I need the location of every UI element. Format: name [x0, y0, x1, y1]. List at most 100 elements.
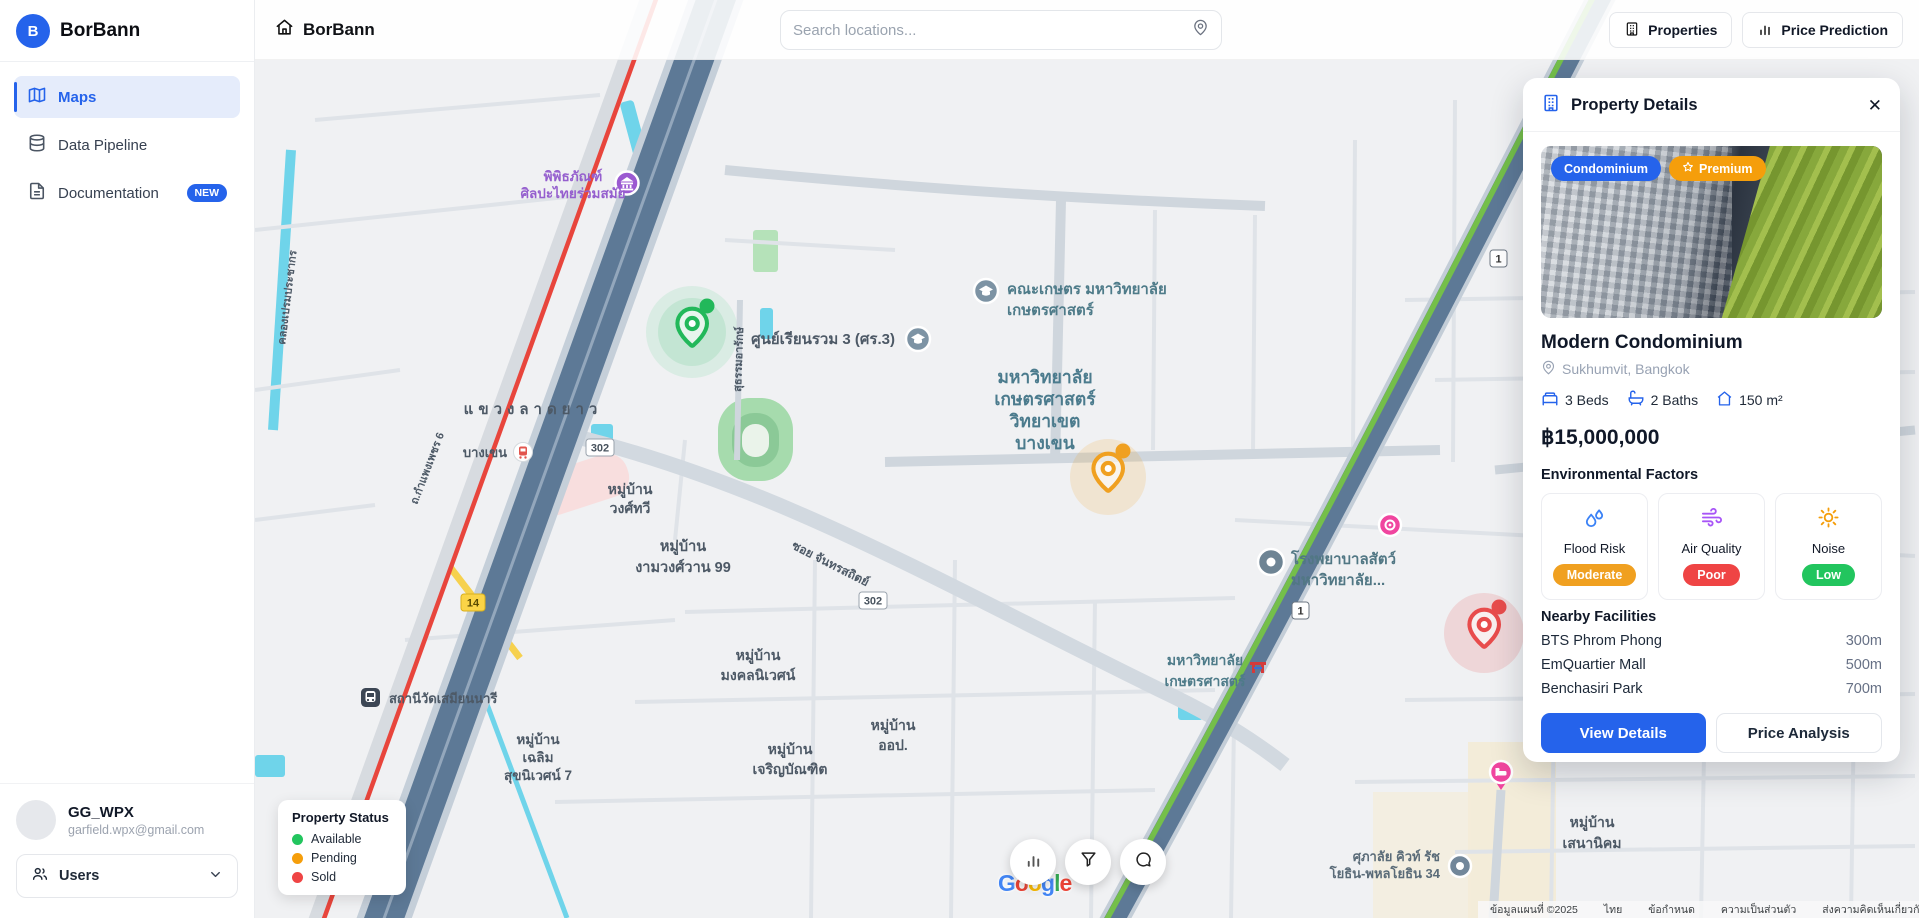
- label-learning-center: ศูนย์เรียนรวม 3 (ศร.3): [751, 330, 895, 349]
- route-shield-302-a: 302: [586, 439, 614, 456]
- beds-feature: 3 Beds: [1541, 389, 1609, 410]
- svg-text:ออป.: ออป.: [878, 737, 908, 753]
- users-icon: [31, 865, 49, 887]
- bar-chart-icon: [1757, 21, 1773, 40]
- attribution-terms[interactable]: ข้อกำหนด: [1648, 901, 1695, 918]
- label-op: หมู่บ้าน ออป.: [871, 717, 916, 753]
- nearby-row: BTS Phrom Phong 300m: [1541, 633, 1882, 649]
- attribution-country[interactable]: ไทย: [1604, 901, 1622, 918]
- svg-text:หมู่บ้าน: หมู่บ้าน: [768, 741, 813, 758]
- home-icon: [275, 18, 294, 42]
- bar-chart-icon: [1024, 850, 1043, 874]
- view-details-button[interactable]: View Details: [1541, 713, 1706, 753]
- status-dot-pending: [292, 853, 303, 864]
- property-details-panel: Property Details ✕ Condominium Premium: [1523, 78, 1900, 762]
- price-prediction-button[interactable]: Price Prediction: [1742, 12, 1903, 48]
- svg-text:14: 14: [467, 598, 480, 610]
- user-email: garfield.wpx@gmail.com: [68, 823, 204, 837]
- app-name: BorBann: [60, 20, 140, 42]
- droplets-icon: [1583, 506, 1606, 534]
- close-icon[interactable]: ✕: [1868, 97, 1882, 114]
- label-wongthawi: หมู่บ้าน วงศ์ทวี: [608, 481, 653, 516]
- attribution-privacy[interactable]: ความเป็นส่วนตัว: [1721, 901, 1796, 918]
- app-root: 302 302 14 1 1: [0, 0, 1919, 918]
- svg-text:หมู่บ้าน: หมู่บ้าน: [608, 481, 653, 498]
- svg-text:เสนานิคม: เสนานิคม: [1563, 835, 1622, 851]
- app-logo: B BorBann: [0, 0, 254, 62]
- legend-label: Sold: [311, 870, 336, 884]
- chat-icon: [1134, 850, 1153, 874]
- env-card-flood-risk: Flood Risk Moderate: [1541, 493, 1648, 600]
- svg-text:มหาวิทยาลัย...: มหาวิทยาลัย...: [1291, 571, 1385, 589]
- legend-item-available: Available: [292, 832, 392, 846]
- users-dropdown[interactable]: Users: [16, 854, 238, 898]
- sidebar-item-label: Data Pipeline: [58, 137, 147, 154]
- analytics-button[interactable]: [1010, 839, 1056, 885]
- wind-icon: [1700, 506, 1723, 534]
- topbar-brand[interactable]: BorBann: [255, 18, 375, 42]
- user-block: GG_WPX garfield.wpx@gmail.com Users: [0, 783, 254, 918]
- svg-text:พิพิธภัณฑ์: พิพิธภัณฑ์: [544, 168, 603, 184]
- sidebar: B BorBann Maps Data Pipeline Documenta: [0, 0, 255, 918]
- svg-text:ศุภาลัย คิวท์ รัช: ศุภาลัย คิวท์ รัช: [1353, 849, 1440, 865]
- topbar-brand-label: BorBann: [303, 20, 375, 40]
- facility-distance: 300m: [1846, 633, 1882, 649]
- chevron-down-icon: [208, 867, 223, 886]
- map-markers: [658, 298, 1524, 673]
- avatar[interactable]: [16, 800, 56, 840]
- attribution-feedback[interactable]: ส่งความคิดเห็นเกี่ยวกับผลิตภัณฑ์: [1822, 901, 1919, 918]
- env-card-air-quality: Air Quality Poor: [1658, 493, 1765, 600]
- bath-icon: [1627, 389, 1645, 410]
- env-label: Air Quality: [1682, 541, 1742, 556]
- legend-item-pending: Pending: [292, 851, 392, 865]
- gradcap-icon-learning: [906, 327, 930, 351]
- svg-text:วงศ์ทวี: วงศ์ทวี: [610, 500, 651, 516]
- marker-available[interactable]: [658, 298, 726, 366]
- tag-condominium: Condominium: [1551, 156, 1661, 181]
- samian-station-icon: [361, 688, 380, 707]
- marker-pending[interactable]: [1070, 439, 1146, 515]
- marker-sold[interactable]: [1444, 593, 1524, 673]
- logo-circle: B: [16, 14, 50, 48]
- svg-text:ศิลปะไทยร่วมสมัย: ศิลปะไทยร่วมสมัย: [520, 185, 625, 201]
- location-pin-icon: [1541, 360, 1556, 378]
- user-name: GG_WPX: [68, 804, 204, 821]
- price-analysis-button[interactable]: Price Analysis: [1716, 713, 1883, 753]
- building-icon: [1624, 21, 1640, 40]
- chat-button[interactable]: [1120, 839, 1166, 885]
- users-dropdown-label: Users: [59, 868, 99, 884]
- svg-text:1: 1: [1297, 606, 1303, 618]
- filter-button[interactable]: [1065, 839, 1111, 885]
- topbar: BorBann Properties Price Prediction: [255, 0, 1919, 60]
- properties-button[interactable]: Properties: [1609, 12, 1732, 48]
- label-bangkhen: บางเขน: [463, 445, 507, 460]
- label-university-main: มหาวิทยาลัย เกษตรศาสตร์ วิทยาเขต บางเขน: [994, 367, 1096, 453]
- sidebar-item-data-pipeline[interactable]: Data Pipeline: [14, 124, 240, 166]
- env-value-badge: Low: [1802, 564, 1855, 586]
- label-charoen: หมู่บ้าน เจริญบัณฑิต: [752, 741, 827, 778]
- panel-title: Property Details: [1571, 96, 1698, 115]
- sidebar-item-maps[interactable]: Maps: [14, 76, 240, 118]
- svg-text:302: 302: [864, 596, 882, 608]
- facility-name: Benchasiri Park: [1541, 681, 1643, 697]
- svg-text:โยธิน-พหลโยธิน 34: โยธิน-พหลโยธิน 34: [1329, 865, 1441, 881]
- home-icon-blue: [1716, 390, 1733, 410]
- svg-text:เกษตรศาสตร์: เกษตรศาสตร์: [1164, 673, 1245, 689]
- search-box[interactable]: [780, 10, 1222, 50]
- svg-text:เฉลิม: เฉลิม: [523, 750, 554, 765]
- sidebar-item-label: Maps: [58, 89, 96, 106]
- svg-text:เกษตรศาสตร์: เกษตรศาสตร์: [994, 388, 1096, 409]
- price-prediction-label: Price Prediction: [1781, 22, 1888, 38]
- label-ngamwongwan: หมู่บ้าน งามวงศ์วาน 99: [635, 538, 731, 576]
- label-chalerm: หมู่บ้าน เฉลิม สุขนิเวศน์ 7: [504, 732, 572, 784]
- nearby-row: EmQuartier Mall 500m: [1541, 657, 1882, 673]
- bts-icon: [1379, 514, 1401, 536]
- property-location: Sukhumvit, Bangkok: [1541, 360, 1882, 378]
- sidebar-item-documentation[interactable]: Documentation NEW: [14, 172, 240, 214]
- label-district: แขวงลาดยาว: [464, 401, 603, 418]
- svg-text:เจริญบัณฑิต: เจริญบัณฑิต: [752, 761, 827, 778]
- location-pin-icon: [1192, 19, 1209, 41]
- legend-label: Pending: [311, 851, 357, 865]
- search-input[interactable]: [793, 22, 1192, 39]
- legend-item-sold: Sold: [292, 870, 392, 884]
